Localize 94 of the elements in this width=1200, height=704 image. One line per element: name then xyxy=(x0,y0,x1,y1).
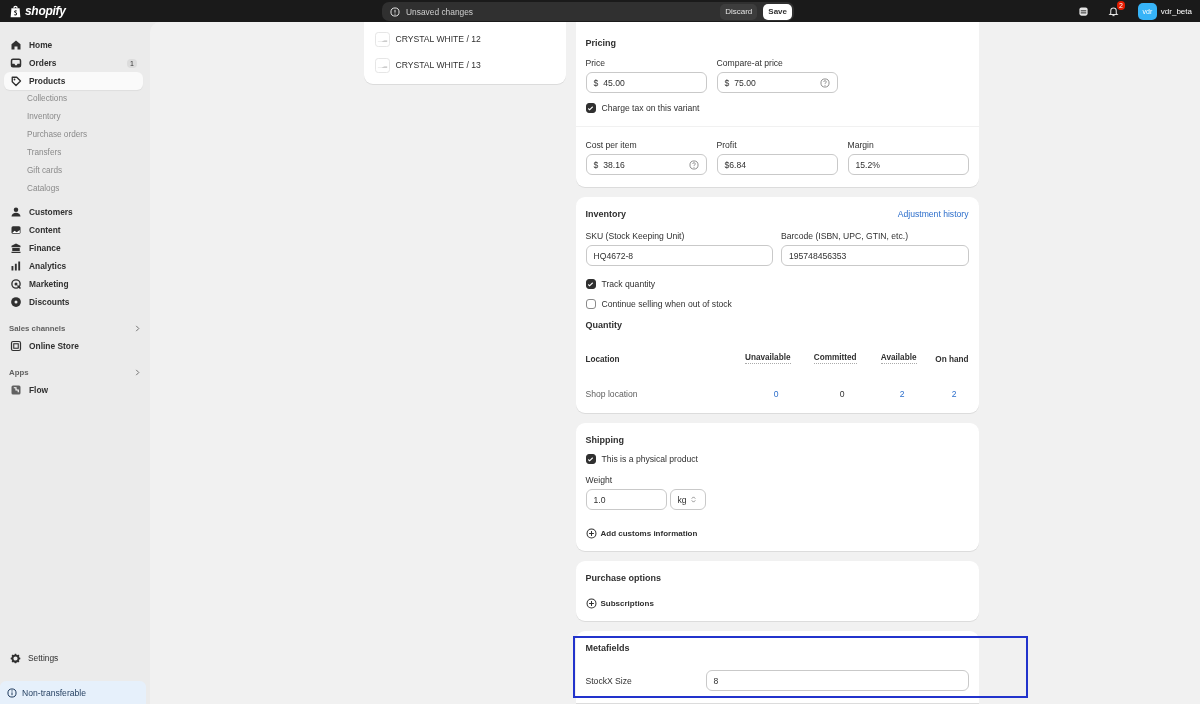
shoe-thumbnail-icon xyxy=(374,57,390,73)
subscriptions-button[interactable]: Subscriptions xyxy=(585,598,654,609)
quantity-link[interactable]: 0 xyxy=(773,389,791,399)
checkbox[interactable] xyxy=(585,454,596,464)
plus-circle-icon xyxy=(585,598,597,609)
checkbox-label: Track quantity xyxy=(601,279,656,289)
settings-item[interactable]: Settings xyxy=(4,649,143,667)
input-field[interactable]: $ 75.00 xyxy=(716,72,838,93)
column-header: Location xyxy=(585,355,620,364)
logo-text: shopify xyxy=(25,4,66,18)
inbox-icon xyxy=(10,57,22,69)
field-label: Price xyxy=(585,58,607,68)
table-cell-text: Shop location xyxy=(585,389,639,399)
input-field[interactable]: $6.84 xyxy=(716,154,838,175)
checkbox-label: This is a physical product xyxy=(601,454,698,464)
table-cell-text: 0 xyxy=(839,389,846,399)
unsaved-changes-text: Unsaved changes xyxy=(406,6,475,17)
check-icon xyxy=(587,280,594,288)
nav-item[interactable]: Home xyxy=(4,36,143,54)
home-icon xyxy=(10,39,22,51)
info-icon xyxy=(7,687,17,698)
flow-icon xyxy=(10,384,22,396)
column-header: On hand xyxy=(935,355,969,364)
settings-icon xyxy=(10,652,21,664)
weight-field[interactable]: 1.0 xyxy=(585,489,667,510)
alert-icon xyxy=(390,6,400,17)
field-label: SKU (Stock Keeping Unit) xyxy=(585,231,686,241)
bank-icon xyxy=(10,242,22,254)
unit-select[interactable]: kg xyxy=(669,489,706,510)
field-label: Weight xyxy=(585,475,614,485)
nav-item[interactable]: Marketing xyxy=(4,275,143,293)
image-icon xyxy=(10,224,22,236)
select-arrows-icon xyxy=(689,495,697,504)
nav-item[interactable]: Products xyxy=(4,72,143,90)
checkbox-label: Continue selling when out of stock xyxy=(601,299,732,309)
nav-item[interactable]: Analytics xyxy=(4,257,143,275)
input-field[interactable]: 195748456353 xyxy=(781,245,969,266)
target-icon xyxy=(10,278,22,290)
section-title: Pricing xyxy=(585,38,617,48)
tag-icon xyxy=(10,75,22,87)
field-label: Profit xyxy=(716,140,738,150)
section-title: Purchase options xyxy=(585,573,662,583)
checkbox-label: Charge tax on this variant xyxy=(601,103,700,113)
adjustment-history-link[interactable]: Adjustment history xyxy=(897,209,969,219)
checkbox[interactable] xyxy=(585,279,596,289)
plus-circle-icon xyxy=(585,528,597,539)
database-icon xyxy=(1077,5,1089,17)
nav-item[interactable]: Flow xyxy=(4,381,143,399)
nav-item[interactable]: Finance xyxy=(4,239,143,257)
save-button[interactable]: Save xyxy=(763,3,792,20)
chevron-right-icon xyxy=(134,368,141,376)
discount-icon xyxy=(10,296,22,308)
field-label: Cost per item xyxy=(585,140,638,150)
add-customs-button[interactable]: Add customs information xyxy=(585,528,698,539)
field-label: Compare-at price xyxy=(716,58,784,68)
input-field[interactable]: 15.2% xyxy=(847,154,969,175)
bell-icon xyxy=(1107,5,1119,17)
variant-item[interactable]: CRYSTAL WHITE / 13 xyxy=(363,52,566,78)
variant-item[interactable]: CRYSTAL WHITE / 12 xyxy=(363,26,566,52)
help-icon xyxy=(688,159,699,170)
input-field[interactable]: HQ4672-8 xyxy=(585,245,773,266)
quantity-link[interactable]: 2 xyxy=(899,389,917,399)
notice-text: Non-transferable xyxy=(22,687,86,698)
check-icon xyxy=(587,455,594,463)
shopping-bag-icon xyxy=(9,3,22,19)
field-label: StockX Size xyxy=(585,675,633,686)
bar-chart-icon xyxy=(10,260,22,272)
column-header: Committed xyxy=(813,353,857,364)
section-title: Inventory xyxy=(585,209,626,219)
section-title: Metafields xyxy=(585,643,631,653)
input-field[interactable]: 8 xyxy=(705,670,969,691)
discard-button[interactable]: Discard xyxy=(720,3,758,20)
subsection-title: Quantity xyxy=(585,320,623,330)
nav-item[interactable]: Online Store xyxy=(4,337,143,355)
column-header: Unavailable xyxy=(745,353,791,364)
field-label: Margin xyxy=(847,140,875,150)
chevron-right-icon xyxy=(134,324,141,332)
shoe-thumbnail-icon xyxy=(374,31,390,47)
input-field[interactable]: $ 38.16 xyxy=(585,154,707,175)
person-icon xyxy=(10,206,22,218)
column-header: Available xyxy=(880,353,917,364)
nav-item[interactable]: Customers xyxy=(4,203,143,221)
nav-item[interactable]: Discounts xyxy=(4,293,143,311)
user-name[interactable]: vdr_beta xyxy=(1160,6,1192,16)
check-icon xyxy=(587,104,594,112)
input-field[interactable]: $ 45.00 xyxy=(585,72,707,93)
nav-item[interactable]: Content xyxy=(4,221,143,239)
quantity-link[interactable]: 2 xyxy=(951,389,969,399)
store-icon xyxy=(10,340,22,352)
checkbox[interactable] xyxy=(585,103,596,113)
section-title: Shipping xyxy=(585,435,625,445)
field-label: Barcode (ISBN, UPC, GTIN, etc.) xyxy=(781,231,910,241)
checkbox[interactable] xyxy=(585,299,596,309)
help-icon xyxy=(819,77,830,88)
